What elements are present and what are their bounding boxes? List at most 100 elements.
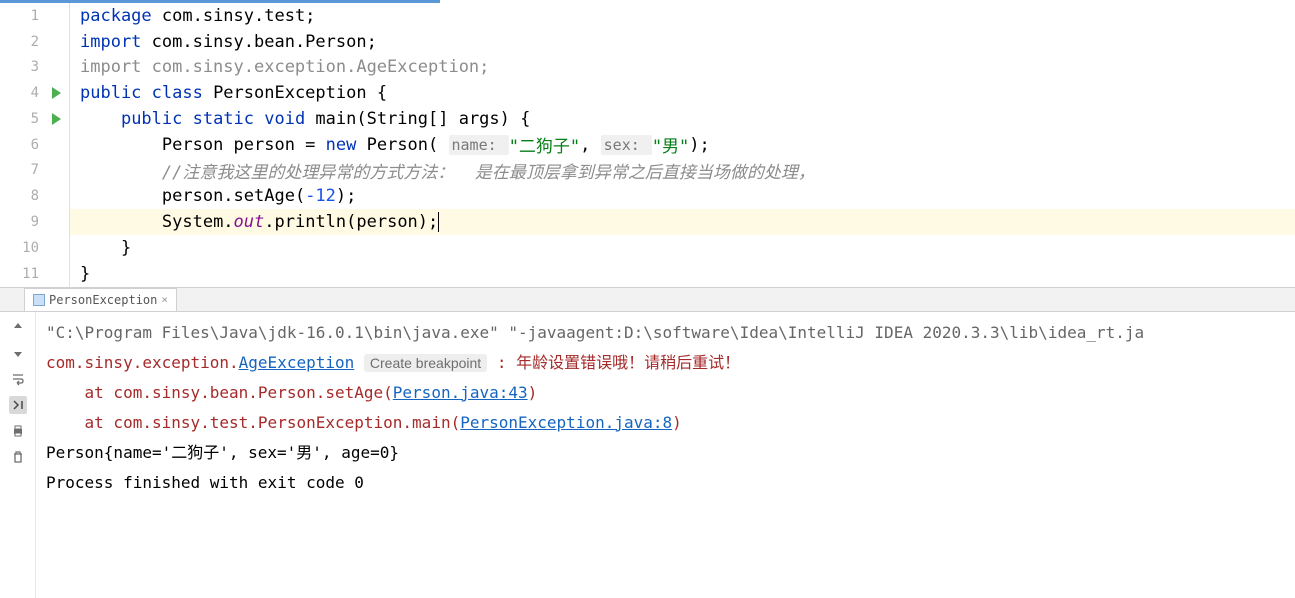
code-token: name: [449,135,509,155]
line-number: 11 [22,266,39,282]
code-line[interactable]: person.setAge(-12); [70,183,1295,209]
create-breakpoint-button[interactable]: Create breakpoint [364,354,487,372]
console-area: "C:\Program Files\Java\jdk-16.0.1\bin\ja… [0,312,1295,598]
console-text: com.sinsy.exception. [46,353,239,372]
console-text: : 年龄设置错误哦！请稍后重试！ [487,353,740,372]
gutter-row[interactable]: 1 [0,3,69,29]
code-line[interactable]: } [70,235,1295,261]
code-token: //注意我这里的处理异常的方式方法： 是在最顶层拿到异常之后直接当场做的处理， [162,158,815,183]
code-token: package [80,6,162,26]
line-number: 1 [31,8,39,24]
code-token: import com.sinsy.exception.AgeException; [80,57,489,77]
scroll-up-icon[interactable] [9,318,27,336]
console-tab-bar: PersonException × [0,288,1295,312]
code-line[interactable]: public static void main(String[] args) { [70,106,1295,132]
code-token: com.sinsy.test; [162,6,316,26]
line-number: 10 [22,240,39,256]
gutter-row[interactable]: 5 [0,106,69,132]
console-text: at com.sinsy.test.PersonException.main( [46,413,460,432]
console-text: "C:\Program Files\Java\jdk-16.0.1\bin\ja… [46,323,1144,342]
run-gutter-icon[interactable] [52,113,61,125]
stacktrace-link[interactable]: AgeException [239,353,355,372]
line-number: 2 [31,34,39,50]
code-line[interactable]: System.out.println(person); [70,209,1295,235]
console-toolbar [0,312,36,598]
code-token: "二狗子" [509,132,580,157]
close-icon[interactable]: × [161,293,168,306]
stacktrace-link[interactable]: PersonException.java:8 [460,413,672,432]
gutter-row[interactable]: 10 [0,235,69,261]
delete-icon[interactable] [9,448,27,466]
text-cursor [438,212,439,232]
code-token: .println(person); [264,212,438,232]
console-text [354,353,364,372]
code-line[interactable]: } [70,261,1295,287]
console-line: Person{name='二狗子', sex='男', age=0} [46,438,1285,468]
gutter-row[interactable]: 8 [0,183,69,209]
console-text: at com.sinsy.bean.Person.setAge( [46,383,393,402]
code-token: } [80,264,90,284]
soft-wrap-icon[interactable] [9,370,27,388]
code-token: PersonException { [213,83,387,103]
code-token: "男" [652,132,689,157]
line-number: 3 [31,59,39,75]
console-line: Process finished with exit code 0 [46,468,1285,498]
code-line[interactable]: import com.sinsy.exception.AgeException; [70,55,1295,81]
console-text: Person{name='二狗子', sex='男', age=0} [46,443,399,462]
console-text: Process finished with exit code 0 [46,473,364,492]
code-editor: 1234567891011 package com.sinsy.test;imp… [0,0,1295,287]
code-token: Person person = [162,135,326,155]
code-token: com.sinsy.bean.Person; [152,32,377,52]
code-token: person.setAge( [162,186,305,206]
console-line: at com.sinsy.test.PersonException.main(P… [46,408,1285,438]
code-token: out [234,212,265,232]
code-line[interactable]: public class PersonException { [70,80,1295,106]
code-line[interactable]: package com.sinsy.test; [70,3,1295,29]
scroll-down-icon[interactable] [9,344,27,362]
code-token: System. [162,212,234,232]
console-line: com.sinsy.exception.AgeException Create … [46,348,1285,378]
code-token: main(String[] args) { [315,109,530,129]
gutter-row[interactable]: 2 [0,29,69,55]
console-text: ) [528,383,538,402]
line-number: 6 [31,137,39,153]
code-token: ); [689,135,709,155]
line-number: 5 [31,111,39,127]
code-token: import [80,32,152,52]
code-token: public class [80,83,213,103]
line-number: 8 [31,188,39,204]
code-token: -12 [305,186,336,206]
print-icon[interactable] [9,422,27,440]
code-lines[interactable]: package com.sinsy.test;import com.sinsy.… [70,3,1295,287]
console-line: "C:\Program Files\Java\jdk-16.0.1\bin\ja… [46,318,1285,348]
code-token: public static void [121,109,315,129]
run-config-icon [33,294,45,306]
code-token: new [326,135,367,155]
code-line[interactable]: Person person = new Person( name: "二狗子",… [70,132,1295,158]
code-token: } [121,238,131,258]
gutter-row[interactable]: 7 [0,158,69,184]
gutter-row[interactable]: 3 [0,55,69,81]
console-tab-label: PersonException [49,293,157,307]
scroll-to-end-icon[interactable] [9,396,27,414]
stacktrace-link[interactable]: Person.java:43 [393,383,528,402]
code-token: , [580,135,600,155]
run-gutter-icon[interactable] [52,87,61,99]
line-number: 7 [31,162,39,178]
gutter-row[interactable]: 4 [0,80,69,106]
code-token: sex: [601,135,652,155]
console-text: ) [672,413,682,432]
console-tab[interactable]: PersonException × [24,288,177,311]
line-number: 9 [31,214,39,230]
code-line[interactable]: //注意我这里的处理异常的方式方法： 是在最顶层拿到异常之后直接当场做的处理， [70,158,1295,184]
code-token: ); [336,186,356,206]
console-line: at com.sinsy.bean.Person.setAge(Person.j… [46,378,1285,408]
console-output[interactable]: "C:\Program Files\Java\jdk-16.0.1\bin\ja… [36,312,1295,598]
line-number: 4 [31,85,39,101]
gutter-row[interactable]: 11 [0,261,69,287]
gutter-row[interactable]: 6 [0,132,69,158]
code-token: Person( [367,135,449,155]
gutter-row[interactable]: 9 [0,209,69,235]
code-line[interactable]: import com.sinsy.bean.Person; [70,29,1295,55]
editor-gutter: 1 2 3 4 5 6 7 8 9 10 11 [0,3,70,287]
